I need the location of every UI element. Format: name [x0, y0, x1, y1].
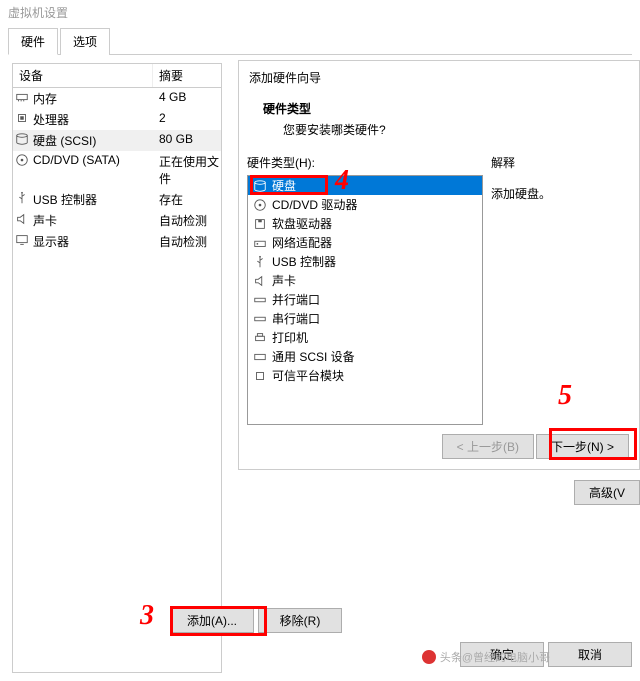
- hw-item-usb-4[interactable]: USB 控制器: [248, 252, 482, 271]
- hw-item-label: 硬盘: [272, 177, 296, 194]
- tpm-icon: [252, 369, 268, 383]
- hw-item-scsi-9[interactable]: 通用 SCSI 设备: [248, 347, 482, 366]
- cd-icon: [252, 198, 268, 212]
- col-summary: 摘要: [153, 64, 221, 87]
- cd-icon: [13, 153, 31, 187]
- device-name: CD/DVD (SATA): [31, 153, 153, 187]
- hw-item-disk-0[interactable]: 硬盘: [248, 176, 482, 195]
- hw-item-port-7[interactable]: 串行端口: [248, 309, 482, 328]
- hw-item-network-3[interactable]: 网络适配器: [248, 233, 482, 252]
- hw-item-label: CD/DVD 驱动器: [272, 196, 357, 213]
- add-hardware-wizard: 添加硬件向导 硬件类型 您要安装哪类硬件? 硬件类型(H): 硬盘 CD/DVD …: [238, 60, 640, 470]
- cancel-button[interactable]: 取消: [548, 642, 632, 667]
- device-name: USB 控制器: [31, 191, 153, 208]
- disk-icon: [252, 179, 268, 193]
- network-icon: [252, 236, 268, 250]
- sound-icon: [252, 274, 268, 288]
- hw-item-label: USB 控制器: [272, 253, 336, 270]
- tabs: 硬件 选项: [8, 27, 632, 55]
- sound-icon: [13, 212, 31, 229]
- cpu-icon: [13, 111, 31, 128]
- device-name: 声卡: [31, 212, 153, 229]
- device-buttons: 添加(A)... 移除(R): [170, 608, 342, 633]
- tab-hardware[interactable]: 硬件: [8, 28, 58, 55]
- watermark-icon: [422, 650, 436, 664]
- device-summary: 80 GB: [153, 132, 221, 149]
- wizard-heading: 硬件类型: [263, 100, 615, 117]
- device-name: 硬盘 (SCSI): [31, 132, 153, 149]
- watermark-text: 头条@曾经的电脑小哥: [440, 649, 550, 665]
- hw-item-printer-8[interactable]: 打印机: [248, 328, 482, 347]
- scsi-icon: [252, 350, 268, 364]
- device-summary: 存在: [153, 191, 221, 208]
- device-row-cpu[interactable]: 处理器2: [13, 109, 221, 130]
- device-panel: 设备 摘要 内存4 GB处理器2硬盘 (SCSI)80 GBCD/DVD (SA…: [12, 63, 222, 673]
- tab-options[interactable]: 选项: [60, 28, 110, 55]
- device-summary: 正在使用文件: [153, 153, 221, 187]
- device-name: 处理器: [31, 111, 153, 128]
- hardware-type-list[interactable]: 硬盘 CD/DVD 驱动器软盘驱动器网络适配器 USB 控制器声卡并行端口串行端口打…: [247, 175, 483, 425]
- hw-item-tpm-10[interactable]: 可信平台模块: [248, 366, 482, 385]
- explain-label: 解释: [491, 154, 631, 171]
- hw-item-label: 通用 SCSI 设备: [272, 348, 355, 365]
- device-name: 显示器: [31, 233, 153, 250]
- device-row-usb[interactable]: USB 控制器存在: [13, 189, 221, 210]
- hw-item-floppy-2[interactable]: 软盘驱动器: [248, 214, 482, 233]
- memory-icon: [13, 90, 31, 107]
- device-row-display[interactable]: 显示器自动检测: [13, 231, 221, 252]
- device-summary: 自动检测: [153, 233, 221, 250]
- device-summary: 自动检测: [153, 212, 221, 229]
- device-summary: 2: [153, 111, 221, 128]
- hw-item-label: 并行端口: [272, 291, 320, 308]
- port-icon: [252, 312, 268, 326]
- hw-item-label: 打印机: [272, 329, 308, 346]
- window-title: 虚拟机设置: [0, 0, 640, 25]
- wizard-title: 添加硬件向导: [239, 61, 639, 94]
- device-row-memory[interactable]: 内存4 GB: [13, 88, 221, 109]
- advanced-button[interactable]: 高级(V: [574, 480, 640, 505]
- hw-item-cd-1[interactable]: CD/DVD 驱动器: [248, 195, 482, 214]
- hardware-type-label: 硬件类型(H):: [247, 154, 483, 171]
- next-button[interactable]: 下一步(N) >: [536, 434, 629, 459]
- explain-text: 添加硬盘。: [491, 185, 631, 202]
- hw-item-port-6[interactable]: 并行端口: [248, 290, 482, 309]
- port-icon: [252, 293, 268, 307]
- device-row-disk[interactable]: 硬盘 (SCSI)80 GB: [13, 130, 221, 151]
- device-name: 内存: [31, 90, 153, 107]
- device-row-sound[interactable]: 声卡自动检测: [13, 210, 221, 231]
- device-header: 设备 摘要: [13, 64, 221, 88]
- hw-item-sound-5[interactable]: 声卡: [248, 271, 482, 290]
- usb-icon: [252, 255, 268, 269]
- hw-item-label: 网络适配器: [272, 234, 332, 251]
- back-button[interactable]: < 上一步(B): [442, 434, 534, 459]
- disk-icon: [13, 132, 31, 149]
- display-icon: [13, 233, 31, 250]
- watermark: 头条@曾经的电脑小哥: [422, 649, 550, 665]
- hw-item-label: 声卡: [272, 272, 296, 289]
- col-device: 设备: [13, 64, 153, 87]
- hw-item-label: 串行端口: [272, 310, 320, 327]
- printer-icon: [252, 331, 268, 345]
- add-button[interactable]: 添加(A)...: [170, 608, 254, 633]
- device-summary: 4 GB: [153, 90, 221, 107]
- wizard-subheading: 您要安装哪类硬件?: [263, 121, 615, 138]
- device-row-cd[interactable]: CD/DVD (SATA)正在使用文件: [13, 151, 221, 189]
- remove-button[interactable]: 移除(R): [258, 608, 342, 633]
- hw-item-label: 可信平台模块: [272, 367, 344, 384]
- floppy-icon: [252, 217, 268, 231]
- hw-item-label: 软盘驱动器: [272, 215, 332, 232]
- usb-icon: [13, 191, 31, 208]
